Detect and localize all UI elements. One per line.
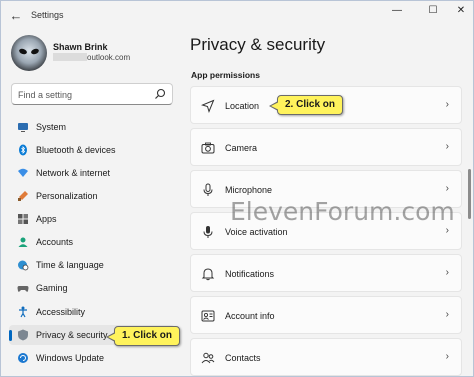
row-contacts[interactable]: Contacts › bbox=[190, 338, 462, 376]
chevron-right-icon: › bbox=[445, 141, 449, 152]
sidebar-item-label: Time & language bbox=[36, 260, 104, 270]
gamepad-icon bbox=[17, 286, 29, 292]
monitor-icon bbox=[18, 123, 28, 132]
row-label: Location bbox=[225, 101, 260, 111]
sidebar-item-label: Network & internet bbox=[36, 168, 111, 178]
row-account-info[interactable]: Account info › bbox=[190, 296, 462, 334]
search-icon bbox=[155, 88, 166, 99]
user-email-domain: outlook.com bbox=[87, 53, 131, 62]
callout-text: 2. Click on bbox=[285, 99, 336, 110]
globe-clock-icon bbox=[18, 260, 29, 271]
apps-icon bbox=[18, 214, 28, 224]
sidebar-item-bluetooth[interactable]: Bluetooth & devices bbox=[9, 140, 175, 160]
wifi-icon bbox=[18, 168, 28, 177]
selection-indicator bbox=[9, 330, 12, 341]
sidebar-item-network[interactable]: Network & internet bbox=[9, 163, 175, 183]
sidebar-item-time-language[interactable]: Time & language bbox=[9, 255, 175, 275]
callout-step-2: 2. Click on bbox=[269, 95, 344, 115]
row-label: Account info bbox=[225, 311, 275, 321]
page-title: Privacy & security bbox=[190, 35, 326, 54]
close-button[interactable]: ✕ bbox=[450, 3, 472, 19]
minimize-button[interactable]: — bbox=[386, 3, 408, 19]
sidebar-item-label: Privacy & security bbox=[36, 330, 108, 340]
callout-text: 1. Click on bbox=[122, 330, 173, 341]
bluetooth-icon bbox=[19, 144, 27, 156]
row-camera[interactable]: Camera › bbox=[190, 128, 462, 166]
location-arrow-icon bbox=[201, 99, 215, 113]
avatar-eye-left bbox=[18, 47, 28, 56]
window-title: Settings bbox=[31, 10, 64, 20]
sidebar-item-apps[interactable]: Apps bbox=[9, 209, 175, 229]
sidebar-item-label: Bluetooth & devices bbox=[36, 145, 116, 155]
sidebar-item-label: Accounts bbox=[36, 237, 74, 247]
row-label: Contacts bbox=[225, 353, 261, 363]
sidebar-item-windows-update[interactable]: Windows Update bbox=[9, 348, 175, 368]
watermark: ElevenForum.com bbox=[230, 197, 455, 226]
avatar-eye-right bbox=[30, 47, 40, 56]
callout-step-1: 1. Click on bbox=[106, 326, 181, 346]
row-label: Notifications bbox=[225, 269, 275, 279]
search-placeholder: Find a setting bbox=[18, 90, 73, 100]
update-icon bbox=[18, 353, 28, 363]
search-input[interactable]: Find a setting bbox=[11, 83, 173, 105]
maximize-button[interactable]: ☐ bbox=[422, 3, 444, 19]
camera-icon bbox=[201, 142, 215, 154]
contacts-icon bbox=[201, 352, 215, 364]
chevron-right-icon: › bbox=[445, 267, 449, 278]
sidebar-item-label: Gaming bbox=[36, 283, 68, 293]
section-title: App permissions bbox=[191, 70, 260, 80]
sidebar-item-label: Personalization bbox=[36, 191, 98, 201]
callout-pointer-fill bbox=[108, 333, 116, 341]
sidebar-item-label: System bbox=[36, 122, 67, 132]
sidebar-item-accounts[interactable]: Accounts bbox=[9, 232, 175, 252]
avatar[interactable] bbox=[11, 35, 47, 71]
chevron-right-icon: › bbox=[445, 351, 449, 362]
sidebar-item-label: Accessibility bbox=[36, 307, 86, 317]
user-name: Shawn Brink bbox=[53, 42, 108, 52]
row-label: Voice activation bbox=[225, 227, 288, 237]
brush-icon bbox=[18, 191, 28, 201]
row-label: Camera bbox=[225, 143, 258, 153]
bell-icon bbox=[201, 268, 215, 281]
row-label: Microphone bbox=[225, 185, 273, 195]
sidebar-item-label: Apps bbox=[36, 214, 57, 224]
chevron-right-icon: › bbox=[445, 183, 449, 194]
sidebar-item-label: Windows Update bbox=[36, 353, 105, 363]
sidebar-item-accessibility[interactable]: Accessibility bbox=[9, 302, 175, 322]
scrollbar-thumb[interactable] bbox=[468, 169, 471, 219]
chevron-right-icon: › bbox=[445, 99, 449, 110]
sidebar-item-personalization[interactable]: Personalization bbox=[9, 186, 175, 206]
settings-window: ← Settings — ☐ ✕ Shawn Brink outlook.com… bbox=[0, 0, 474, 377]
accounts-icon bbox=[18, 237, 28, 247]
row-notifications[interactable]: Notifications › bbox=[190, 254, 462, 292]
callout-pointer-fill bbox=[271, 102, 279, 110]
voice-activation-icon bbox=[203, 226, 213, 238]
accessibility-icon bbox=[19, 306, 27, 318]
chevron-right-icon: › bbox=[445, 309, 449, 320]
shield-icon bbox=[18, 329, 28, 341]
back-button[interactable]: ← bbox=[7, 7, 25, 25]
microphone-icon bbox=[203, 183, 213, 196]
email-redaction bbox=[53, 53, 87, 61]
sidebar-item-gaming[interactable]: Gaming bbox=[9, 278, 175, 298]
sidebar-item-system[interactable]: System bbox=[9, 117, 175, 137]
user-email: outlook.com bbox=[53, 53, 130, 62]
title-bar: ← Settings — ☐ ✕ bbox=[1, 1, 474, 31]
account-info-icon bbox=[201, 310, 215, 322]
chevron-right-icon: › bbox=[445, 225, 449, 236]
